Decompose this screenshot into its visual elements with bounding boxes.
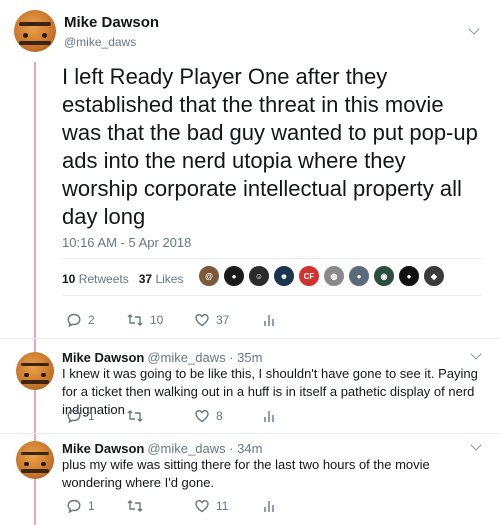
like-count-action: 8	[216, 409, 223, 423]
tweet-stats: 10 Retweets 37 Likes	[62, 272, 183, 286]
divider	[0, 338, 500, 339]
analytics-icon	[264, 411, 274, 422]
liker-avatar[interactable]: ☺	[248, 265, 270, 287]
like-count-action: 11	[216, 499, 229, 513]
like-stat[interactable]: 37 Likes	[139, 272, 184, 286]
avatar[interactable]	[16, 352, 54, 390]
reply-icon	[67, 313, 81, 328]
liker-avatar[interactable]: ◆	[423, 265, 445, 287]
liker-avatar[interactable]: ●	[398, 265, 420, 287]
avatar[interactable]	[14, 10, 56, 52]
chevron-down-icon[interactable]	[470, 348, 482, 360]
liker-avatar[interactable]: ◉	[373, 265, 395, 287]
reply-icon	[67, 409, 81, 424]
reply-author-name[interactable]: Mike Dawson	[62, 441, 144, 456]
reply-count: 1	[88, 409, 95, 423]
tweet-timestamp[interactable]: 10:16 AM - 5 Apr 2018	[62, 235, 191, 250]
reply-author-handle[interactable]: @mike_daws · 34m	[147, 441, 262, 456]
tweet-text: I left Ready Player One after they estab…	[62, 64, 478, 229]
liker-avatar[interactable]: @	[198, 265, 220, 287]
liker-avatar[interactable]: ●	[223, 265, 245, 287]
reply-count: 1	[88, 499, 95, 513]
heart-icon	[195, 499, 209, 513]
retweet-icon	[127, 500, 143, 512]
analytics-icon	[264, 315, 274, 326]
like-count: 37	[138, 272, 153, 286]
author-handle[interactable]: @mike_daws	[64, 35, 136, 49]
chevron-down-icon[interactable]	[468, 23, 480, 35]
retweet-stat[interactable]: 10 Retweets	[62, 272, 129, 286]
retweet-button[interactable]	[126, 498, 194, 514]
reply-count: 2	[88, 313, 95, 327]
liker-avatar[interactable]: ◍	[323, 265, 345, 287]
reply-author-name[interactable]: Mike Dawson	[62, 350, 144, 365]
like-label: Likes	[155, 272, 184, 286]
tweet-actions: 2 10 37	[66, 312, 276, 328]
heart-icon	[195, 409, 209, 423]
chevron-down-icon[interactable]	[470, 439, 482, 451]
like-button[interactable]: 37	[194, 312, 262, 328]
analytics-icon	[264, 501, 274, 512]
retweet-icon	[127, 410, 143, 422]
retweet-count-action: 10	[150, 313, 164, 327]
reply-button[interactable]: 1	[66, 498, 126, 514]
liker-avatar[interactable]: ●	[348, 265, 370, 287]
retweet-count: 10	[62, 272, 76, 286]
divider	[62, 295, 482, 296]
retweet-button[interactable]	[126, 408, 194, 424]
reply-header: Mike Dawson @mike_daws · 34m	[62, 441, 262, 456]
analytics-button[interactable]	[262, 408, 276, 424]
liker-avatars: @ ● ☺ ☻ CF ◍ ● ◉ ● ◆	[198, 265, 448, 287]
analytics-button[interactable]	[262, 498, 276, 514]
avatar[interactable]	[16, 441, 54, 479]
analytics-button[interactable]	[262, 312, 276, 328]
like-button[interactable]: 8	[194, 408, 262, 424]
retweet-label: Retweets	[78, 272, 129, 286]
reply-actions: 1 8	[66, 408, 276, 424]
retweet-icon	[127, 314, 143, 326]
like-button[interactable]: 11	[194, 498, 262, 514]
reply-button[interactable]: 1	[66, 408, 126, 424]
reply-author-handle[interactable]: @mike_daws · 35m	[147, 350, 262, 365]
reply-icon	[67, 499, 81, 514]
retweet-button[interactable]: 10	[126, 312, 194, 328]
reply-actions: 1 11	[66, 498, 276, 514]
reply-text: plus my wife was sitting there for the l…	[62, 457, 430, 490]
reply-button[interactable]: 2	[66, 312, 126, 328]
like-count-action: 37	[216, 313, 230, 327]
divider	[0, 433, 500, 434]
author-name[interactable]: Mike Dawson	[64, 14, 159, 31]
liker-avatar[interactable]: ☻	[273, 265, 295, 287]
divider	[62, 258, 482, 259]
liker-avatar[interactable]: CF	[298, 265, 320, 287]
heart-icon	[195, 313, 209, 327]
reply-header: Mike Dawson @mike_daws · 35m	[62, 350, 262, 365]
